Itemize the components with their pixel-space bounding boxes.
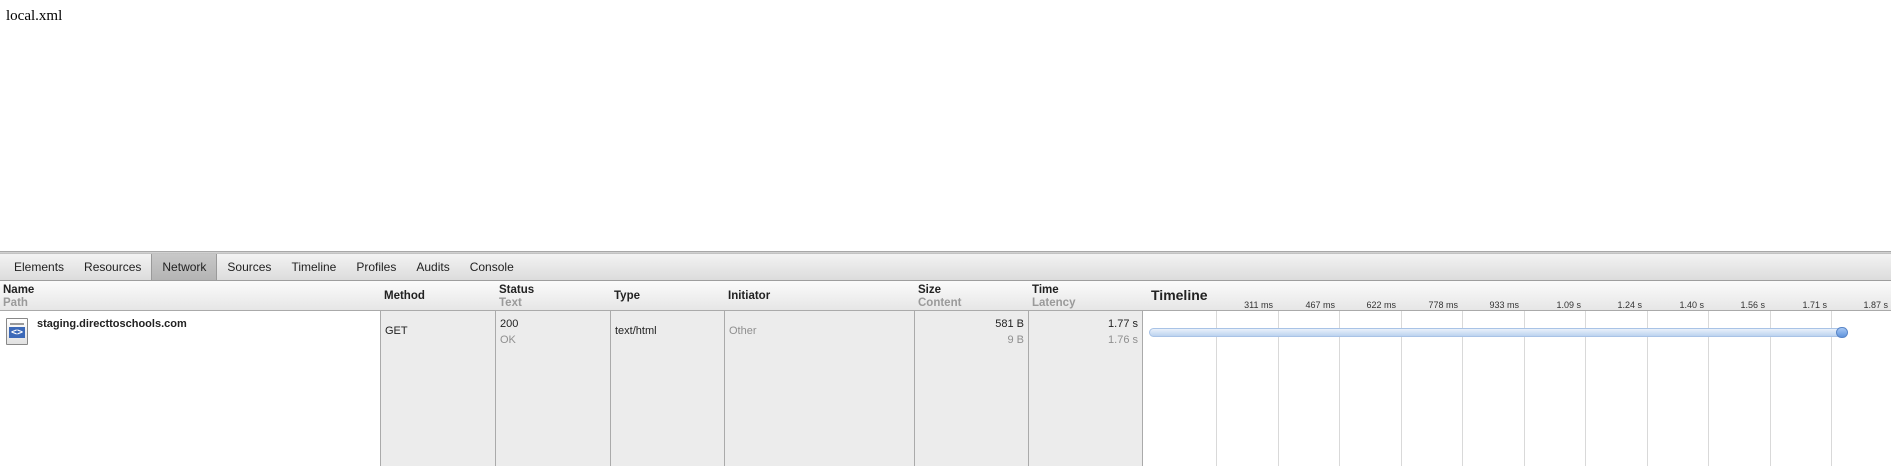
timeline-tick-label: 1.56 s — [1740, 300, 1765, 310]
request-type: text/html — [615, 325, 657, 337]
header-name[interactable]: Name Path — [0, 281, 381, 311]
timeline-tick-label: 1.71 s — [1802, 300, 1827, 310]
timeline-tick-label: 1.40 s — [1679, 300, 1704, 310]
request-initiator: Other — [729, 325, 757, 337]
timeline-bar-end — [1836, 327, 1848, 338]
tab-sources[interactable]: Sources — [217, 254, 281, 280]
html-document-icon: <> — [6, 318, 28, 345]
request-content: 9 B — [1007, 334, 1024, 346]
devtools-panel: Elements Resources Network Sources Timel… — [0, 251, 1891, 466]
devtools-toolbar: Elements Resources Network Sources Timel… — [0, 254, 1891, 281]
timeline-bar[interactable] — [1149, 328, 1846, 337]
request-status: 200 — [500, 318, 519, 330]
request-status-text: OK — [500, 334, 516, 346]
request-name[interactable]: staging.directtoschools.com — [37, 318, 187, 331]
timeline-tick-label: 1.87 s — [1863, 300, 1888, 310]
header-time[interactable]: Time Latency — [1029, 281, 1143, 311]
timeline-tick-label: 622 ms — [1366, 300, 1396, 310]
tab-console[interactable]: Console — [460, 254, 524, 280]
tab-elements[interactable]: Elements — [4, 254, 74, 280]
header-initiator[interactable]: Initiator — [725, 281, 915, 311]
header-timeline[interactable]: Timeline — [1151, 287, 1208, 303]
page-text: local.xml — [6, 8, 63, 24]
timeline-tick-label: 467 ms — [1305, 300, 1335, 310]
page-content: local.xml — [0, 0, 1891, 251]
tab-audits[interactable]: Audits — [406, 254, 459, 280]
request-latency: 1.76 s — [1108, 334, 1138, 346]
request-size: 581 B — [995, 318, 1024, 330]
request-method: GET — [385, 325, 408, 337]
tab-resources[interactable]: Resources — [74, 254, 151, 280]
tab-timeline[interactable]: Timeline — [281, 254, 346, 280]
timeline-tick-label: 1.24 s — [1617, 300, 1642, 310]
header-type[interactable]: Type — [611, 281, 725, 311]
timeline-tick-label: 1.09 s — [1556, 300, 1581, 310]
tab-network[interactable]: Network — [151, 254, 218, 280]
timeline-tick-label: 933 ms — [1489, 300, 1519, 310]
timeline-tick-label: 778 ms — [1428, 300, 1458, 310]
request-time: 1.77 s — [1108, 318, 1138, 330]
header-method[interactable]: Method — [381, 281, 496, 311]
timeline-tick-label: 311 ms — [1244, 300, 1273, 310]
tab-profiles[interactable]: Profiles — [346, 254, 406, 280]
network-grid: Name Path Method Status Text Type Initia… — [0, 281, 1891, 466]
header-status[interactable]: Status Text — [496, 281, 611, 311]
header-size[interactable]: Size Content — [915, 281, 1029, 311]
